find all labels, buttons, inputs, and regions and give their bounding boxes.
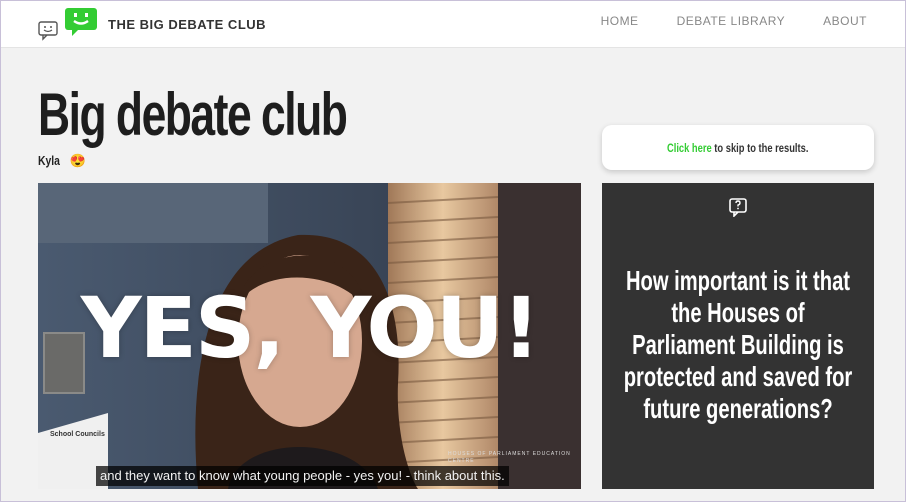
brand[interactable]: THE BIG DEBATE CLUB [38,5,266,45]
debate-question-text: How important is it that the Houses of P… [602,265,874,425]
corner-logo-text: School Councils [50,431,105,438]
author-line: Kyla 😍 [38,153,86,168]
video-overlay-text: YES, YOU! [80,279,541,377]
chat-face-small-icon [38,21,58,41]
debate-question-panel: How important is it that the Houses of P… [602,183,874,489]
main-nav: HOME DEBATE LIBRARY ABOUT [601,14,867,28]
nav-home[interactable]: HOME [601,14,639,28]
question-box-icon [729,198,747,217]
skip-rest-text: to skip to the results. [712,140,809,155]
skip-to-results-link[interactable]: Click here [667,141,712,155]
nav-debate-library[interactable]: DEBATE LIBRARY [677,14,786,28]
debate-video-player[interactable]: YES, YOU! School Councils HOUSES OF PARL… [38,183,581,489]
top-navbar: THE BIG DEBATE CLUB HOME DEBATE LIBRARY … [1,1,905,48]
author-name: Kyla [38,153,60,168]
site-title[interactable]: THE BIG DEBATE CLUB [108,17,266,32]
chat-face-logo-icon [65,8,97,36]
heart-eyes-emoji-icon: 😍 [69,152,86,168]
debate-question-label: How important is it that the Houses of P… [623,265,853,424]
site-logo[interactable] [38,5,100,45]
skip-text: Click here to skip to the results. [667,141,808,155]
nav-about[interactable]: ABOUT [823,14,867,28]
video-subtitle: and they want to know what young people … [96,466,509,486]
video-watermark: HOUSES OF PARLIAMENT EDUCATION CENTRE [448,451,571,464]
page-title: Big debate club [38,81,348,148]
skip-to-results-box: Click here to skip to the results. [602,125,874,170]
